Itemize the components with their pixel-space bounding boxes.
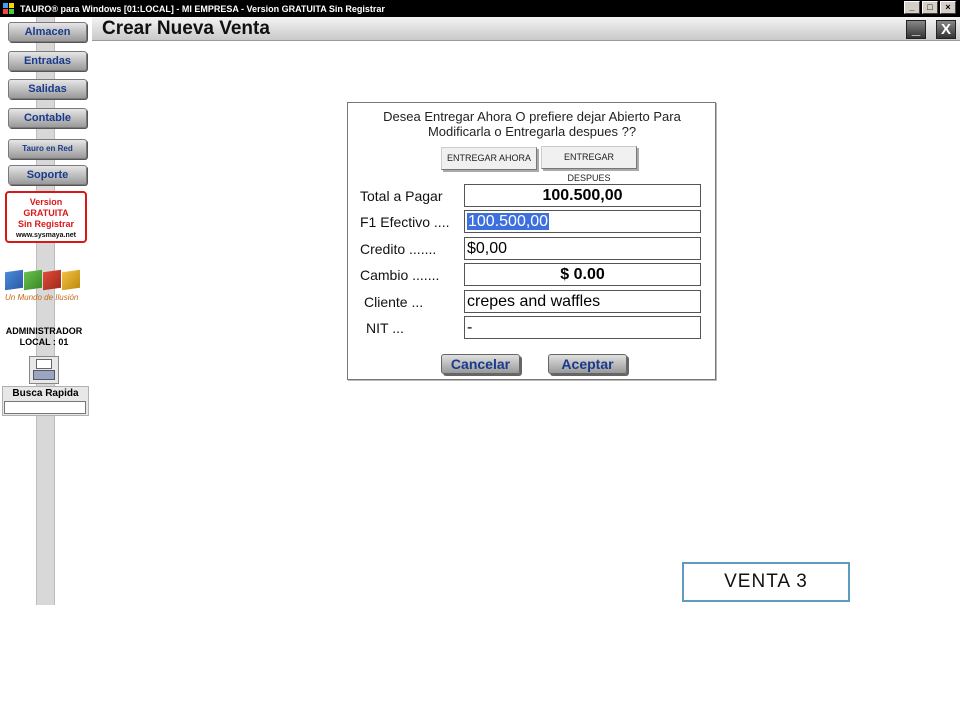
minimize-form-button[interactable]: _ xyxy=(906,20,926,39)
badge-url: www.sysmaya.net xyxy=(15,232,77,239)
cash-row: F1 Efectivo .... 100.500,00 xyxy=(360,210,701,233)
user-role: ADMINISTRADOR xyxy=(5,326,83,336)
printer-icon[interactable] xyxy=(29,356,59,384)
window-close-button[interactable]: × xyxy=(940,1,956,14)
cash-input[interactable]: 100.500,00 xyxy=(464,210,701,233)
cash-label: F1 Efectivo .... xyxy=(360,213,450,230)
quick-search-panel: Busca Rapida xyxy=(2,386,89,416)
quick-search-input[interactable] xyxy=(4,401,86,414)
quick-search-label: Busca Rapida xyxy=(12,388,79,399)
client-label: Cliente ... xyxy=(364,293,424,310)
header-bar: Crear Nueva Venta _ X xyxy=(92,17,960,41)
sidebar-item-tauro-en-red[interactable]: Tauro en Red xyxy=(8,139,87,159)
sidebar-item-soporte[interactable]: Soporte xyxy=(8,165,87,185)
window-minimize-button[interactable]: _ xyxy=(904,1,920,14)
change-row: Cambio ....... $ 0.00 xyxy=(360,263,701,286)
change-label: Cambio ....... xyxy=(360,266,440,283)
sidebar-item-salidas[interactable]: Salidas xyxy=(8,79,87,99)
credit-row: Credito ....... $0,00 xyxy=(360,237,701,260)
nit-input[interactable]: - xyxy=(464,316,701,339)
user-location: LOCAL : 01 xyxy=(19,337,69,347)
window-title: TAURO® para Windows [01:LOCAL] - MI EMPR… xyxy=(20,3,385,14)
credit-input[interactable]: $0,00 xyxy=(464,237,701,260)
close-form-button[interactable]: X xyxy=(936,20,956,39)
nit-row: NIT ... - xyxy=(360,316,701,339)
cash-selected-value: 100.500,00 xyxy=(467,213,550,230)
sale-number-tag: VENTA 3 xyxy=(682,562,850,602)
badge-line-gratuita: GRATUITA xyxy=(23,208,69,218)
delivery-prompt: Desea Entregar Ahora O prefiere dejar Ab… xyxy=(383,109,681,139)
brand-tagline: Un Mundo de Ilusión xyxy=(5,293,79,302)
sidebar-item-entradas[interactable]: Entradas xyxy=(8,51,87,71)
brand-logo-icon xyxy=(5,269,80,291)
delivery-dialog: Desea Entregar Ahora O prefiere dejar Ab… xyxy=(347,102,716,380)
change-field: $ 0.00 xyxy=(464,263,701,286)
page-title: Crear Nueva Venta xyxy=(102,18,270,39)
user-info: ADMINISTRADOR LOCAL : 01 xyxy=(0,326,88,348)
deliver-now-button[interactable]: ENTREGAR AHORA xyxy=(441,147,537,170)
window-restore-button[interactable]: □ xyxy=(922,1,938,14)
window-titlebar: TAURO® para Windows [01:LOCAL] - MI EMPR… xyxy=(0,0,960,17)
sidebar-item-almacen[interactable]: Almacen xyxy=(8,22,87,42)
client-row: Cliente ... crepes and waffles xyxy=(360,290,701,313)
version-badge[interactable]: Version GRATUITA Sin Registrar www.sysma… xyxy=(5,191,87,243)
cancel-button[interactable]: Cancelar xyxy=(441,354,520,374)
nit-label: NIT ... xyxy=(366,319,404,336)
total-label: Total a Pagar xyxy=(360,187,443,204)
credit-label: Credito ....... xyxy=(360,240,437,257)
app-icon xyxy=(3,2,15,15)
deliver-later-button[interactable]: ENTREGAR DESPUES xyxy=(541,146,637,183)
client-input[interactable]: crepes and waffles xyxy=(464,290,701,313)
total-field: 100.500,00 xyxy=(464,184,701,207)
badge-line-register: Sin Registrar xyxy=(17,219,75,229)
window-controls: _ □ × xyxy=(904,1,956,14)
total-row: Total a Pagar 100.500,00 xyxy=(360,184,701,207)
sidebar-item-contable[interactable]: Contable xyxy=(8,108,87,128)
accept-button[interactable]: Aceptar xyxy=(548,354,627,374)
sidebar-rail xyxy=(36,17,55,605)
badge-line-version: Version xyxy=(29,197,63,207)
